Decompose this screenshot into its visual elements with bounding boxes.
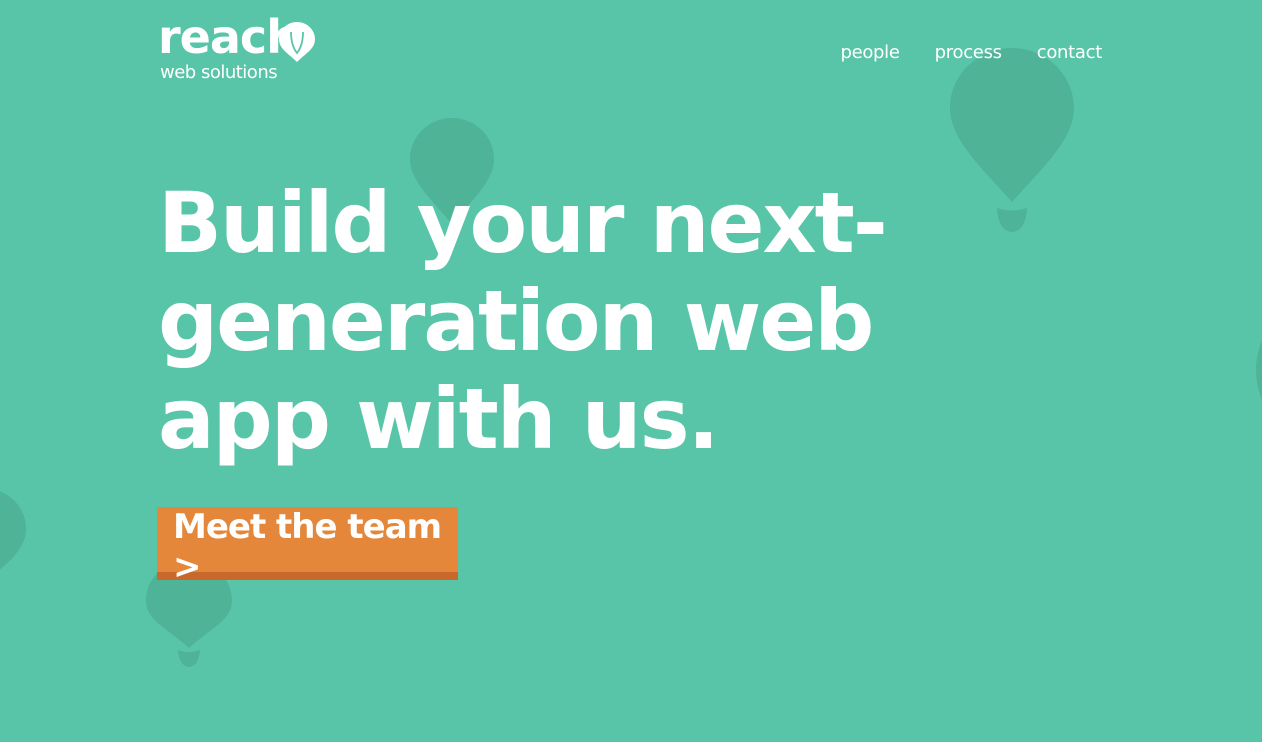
balloon-icon [279, 22, 315, 62]
background-balloon-icon [0, 491, 26, 570]
background-balloon-icon [1256, 340, 1262, 400]
logo[interactable]: reach web solutions [158, 14, 328, 88]
meet-the-team-button[interactable]: Meet the team > [157, 507, 458, 587]
nav-link-people[interactable]: people [840, 42, 900, 63]
hero-headline: Build your next-generation web app with … [158, 174, 888, 468]
nav-link-process[interactable]: process [935, 42, 1002, 63]
main-nav: people process contact [840, 42, 1102, 63]
logo-tagline: web solutions [160, 62, 278, 83]
nav-link-contact[interactable]: contact [1037, 42, 1103, 63]
logo-wordmark: reach [158, 10, 299, 64]
